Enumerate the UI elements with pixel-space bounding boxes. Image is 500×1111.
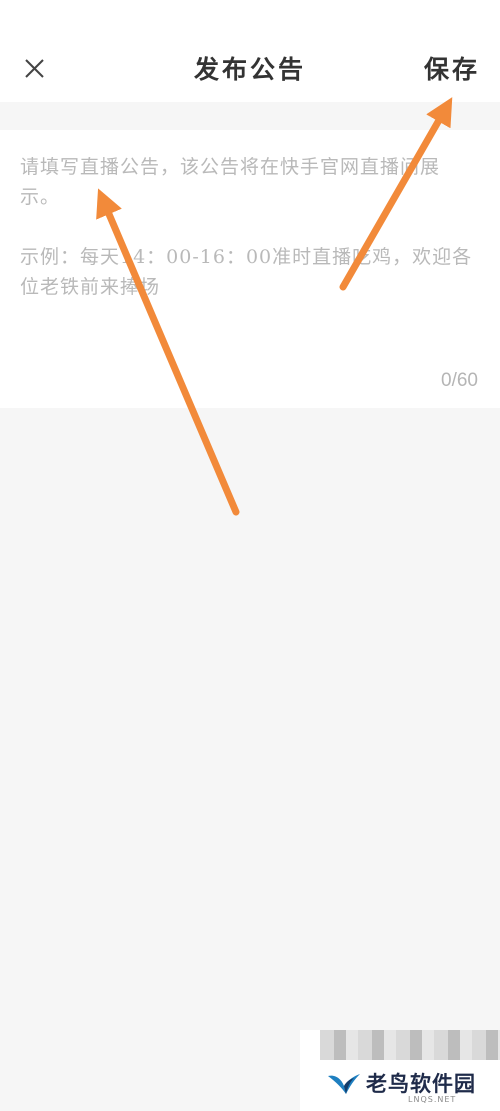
- save-button[interactable]: 保存: [424, 50, 480, 86]
- watermark-blur-strip: [320, 1030, 500, 1060]
- watermark-url: LNQS.NET: [408, 1095, 457, 1104]
- publish-announcement-screen: 发布公告 保存 0/60 老鸟软件园 LNQS.NET: [0, 0, 500, 1111]
- announcement-editor: 0/60: [0, 130, 500, 408]
- watermark: 老鸟软件园 LNQS.NET: [300, 1030, 500, 1111]
- close-button[interactable]: [18, 52, 50, 84]
- close-icon: [25, 59, 44, 78]
- announcement-input[interactable]: [20, 152, 475, 352]
- bird-logo-icon: [328, 1074, 360, 1094]
- top-bar: 发布公告 保存: [0, 0, 500, 102]
- watermark-brand: 老鸟软件园: [366, 1072, 476, 1096]
- character-counter: 0/60: [441, 370, 478, 391]
